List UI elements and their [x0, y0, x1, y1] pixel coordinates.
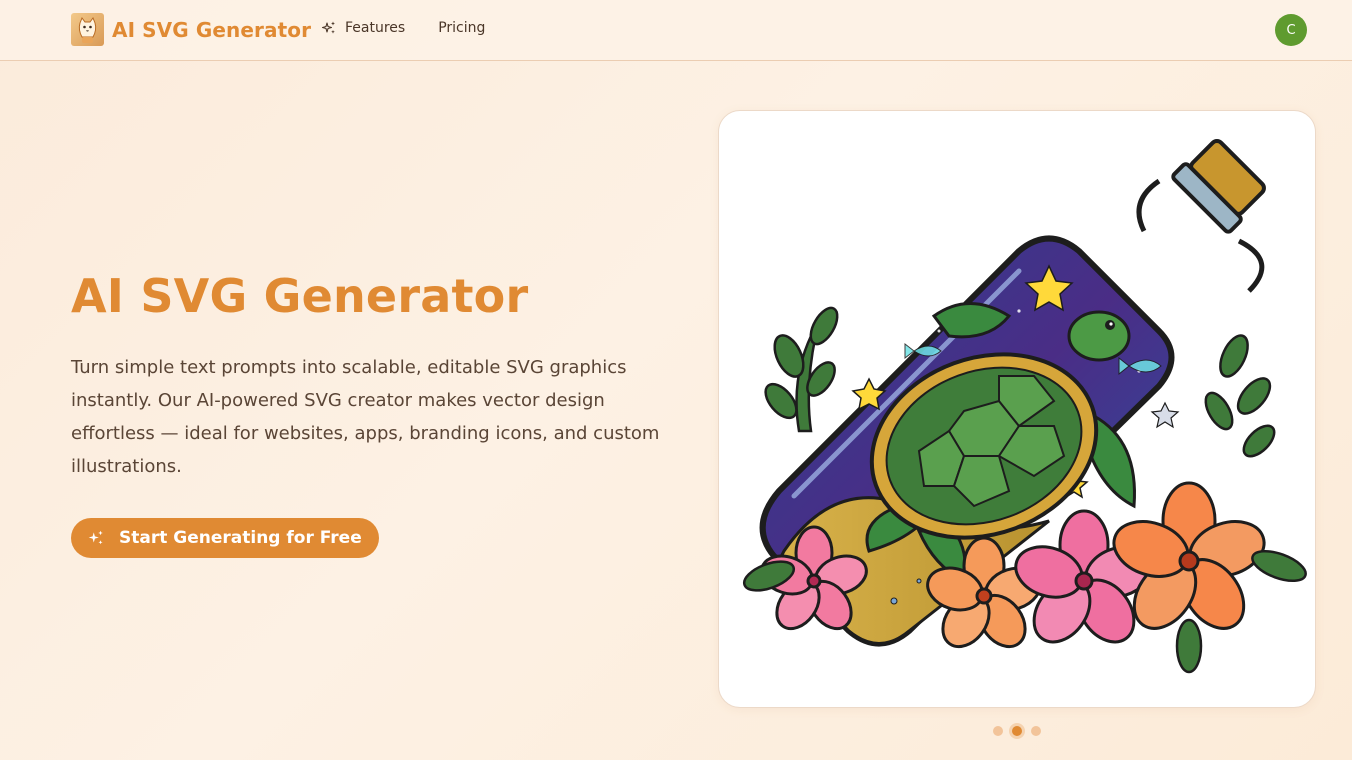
brand-name: AI SVG Generator [112, 17, 312, 42]
start-generating-button[interactable]: Start Generating for Free [71, 518, 379, 558]
showcase-card [718, 110, 1316, 708]
nav-features[interactable]: Features [321, 20, 405, 36]
cat-mascot-icon [71, 13, 104, 46]
carousel-dots [993, 726, 1050, 736]
hero-description: Turn simple text prompts into scalable, … [71, 357, 660, 477]
top-navbar: AI SVG Generator Features Pricing C [0, 0, 1352, 61]
sea-turtle-bottle-illustration [742, 139, 1307, 674]
carousel-dot-3[interactable] [1031, 726, 1041, 736]
sparkles-icon [88, 530, 103, 545]
main-nav: Features Pricing [321, 20, 485, 36]
hero-title: AI SVG Generator [71, 269, 529, 323]
nav-pricing-label: Pricing [438, 20, 486, 36]
carousel-dot-2[interactable] [1012, 726, 1022, 736]
user-avatar[interactable]: C [1275, 14, 1307, 46]
carousel-dot-1[interactable] [993, 726, 1003, 736]
sparkles-icon [321, 21, 335, 34]
nav-features-label: Features [345, 20, 406, 36]
brand-logo-link[interactable]: AI SVG Generator [71, 13, 311, 46]
nav-pricing[interactable]: Pricing [438, 20, 485, 36]
start-generating-label: Start Generating for Free [119, 528, 362, 548]
